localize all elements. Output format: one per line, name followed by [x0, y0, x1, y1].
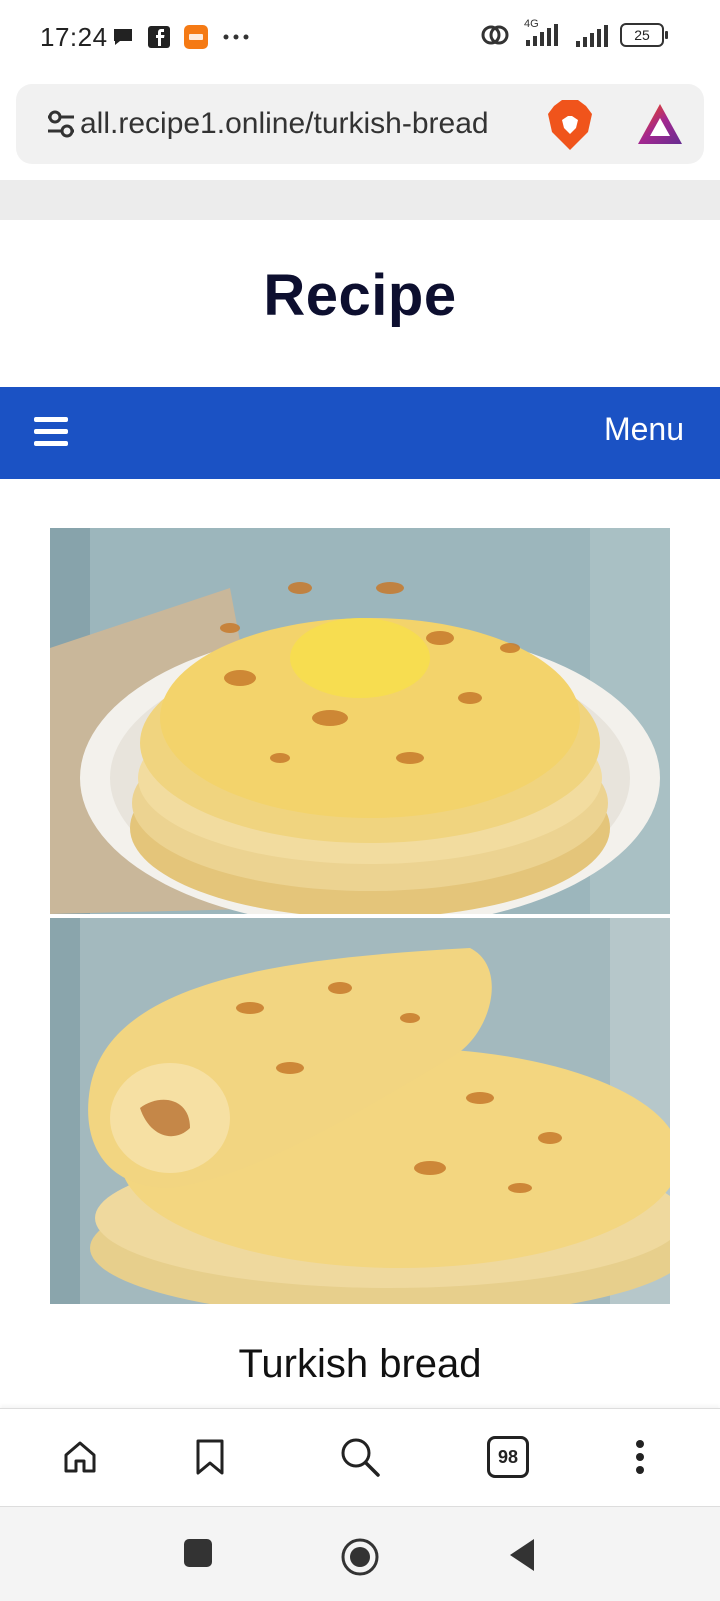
system-status-icons: 4G 25	[480, 18, 668, 48]
url-text[interactable]: all.recipe1.online/turkish-bread	[80, 104, 530, 144]
bookmark-icon	[196, 1439, 224, 1475]
home-button[interactable]	[56, 1433, 104, 1481]
status-bar: 17:24 4G 25	[0, 0, 720, 78]
search-button[interactable]	[336, 1433, 384, 1481]
featured-image	[50, 528, 670, 1304]
flatbread-photo-bottom	[50, 918, 670, 1304]
link-icon	[481, 25, 509, 45]
notification-icons	[112, 25, 250, 49]
browser-toolbar: 98	[0, 1408, 720, 1507]
home-icon	[64, 1441, 96, 1473]
site-settings-icon[interactable]	[46, 110, 76, 138]
back-button[interactable]	[506, 1537, 538, 1578]
article-title: Turkish bread	[238, 1342, 482, 1386]
back-triangle-icon	[510, 1539, 534, 1571]
menu-button[interactable]: Menu	[604, 411, 684, 448]
temu-icon	[184, 25, 208, 49]
facebook-icon	[148, 26, 170, 48]
mobile-signal-icon	[576, 25, 608, 47]
battery-icon: 25	[620, 23, 668, 47]
bookmark-button[interactable]	[186, 1433, 234, 1481]
flatbread-photo-top	[50, 528, 670, 914]
more-notifications-icon	[223, 34, 249, 40]
hamburger-icon[interactable]	[34, 417, 68, 446]
address-bar[interactable]: all.recipe1.online/turkish-bread	[16, 84, 704, 164]
system-navigation-bar	[0, 1506, 720, 1601]
more-vertical-icon	[636, 1440, 644, 1474]
search-icon	[341, 1438, 380, 1477]
mobile-signal-4g-icon: 4G	[520, 18, 564, 48]
system-home-button[interactable]	[340, 1537, 380, 1582]
recents-square-icon	[184, 1539, 212, 1567]
main-nav-bar: Menu	[0, 387, 720, 479]
chat-bubble-icon	[114, 29, 132, 45]
tabs-button[interactable]: 98	[484, 1433, 532, 1481]
page-top-strip	[0, 180, 720, 220]
brave-shields-icon[interactable]	[544, 98, 596, 152]
bat-rewards-icon[interactable]	[636, 102, 684, 146]
site-title[interactable]: Recipe	[0, 262, 720, 329]
recents-button[interactable]	[182, 1537, 214, 1574]
tabs-count-icon: 98	[487, 1436, 529, 1478]
status-time: 17:24	[40, 22, 108, 52]
more-options-button[interactable]	[616, 1433, 664, 1481]
home-circle-icon	[341, 1538, 379, 1576]
